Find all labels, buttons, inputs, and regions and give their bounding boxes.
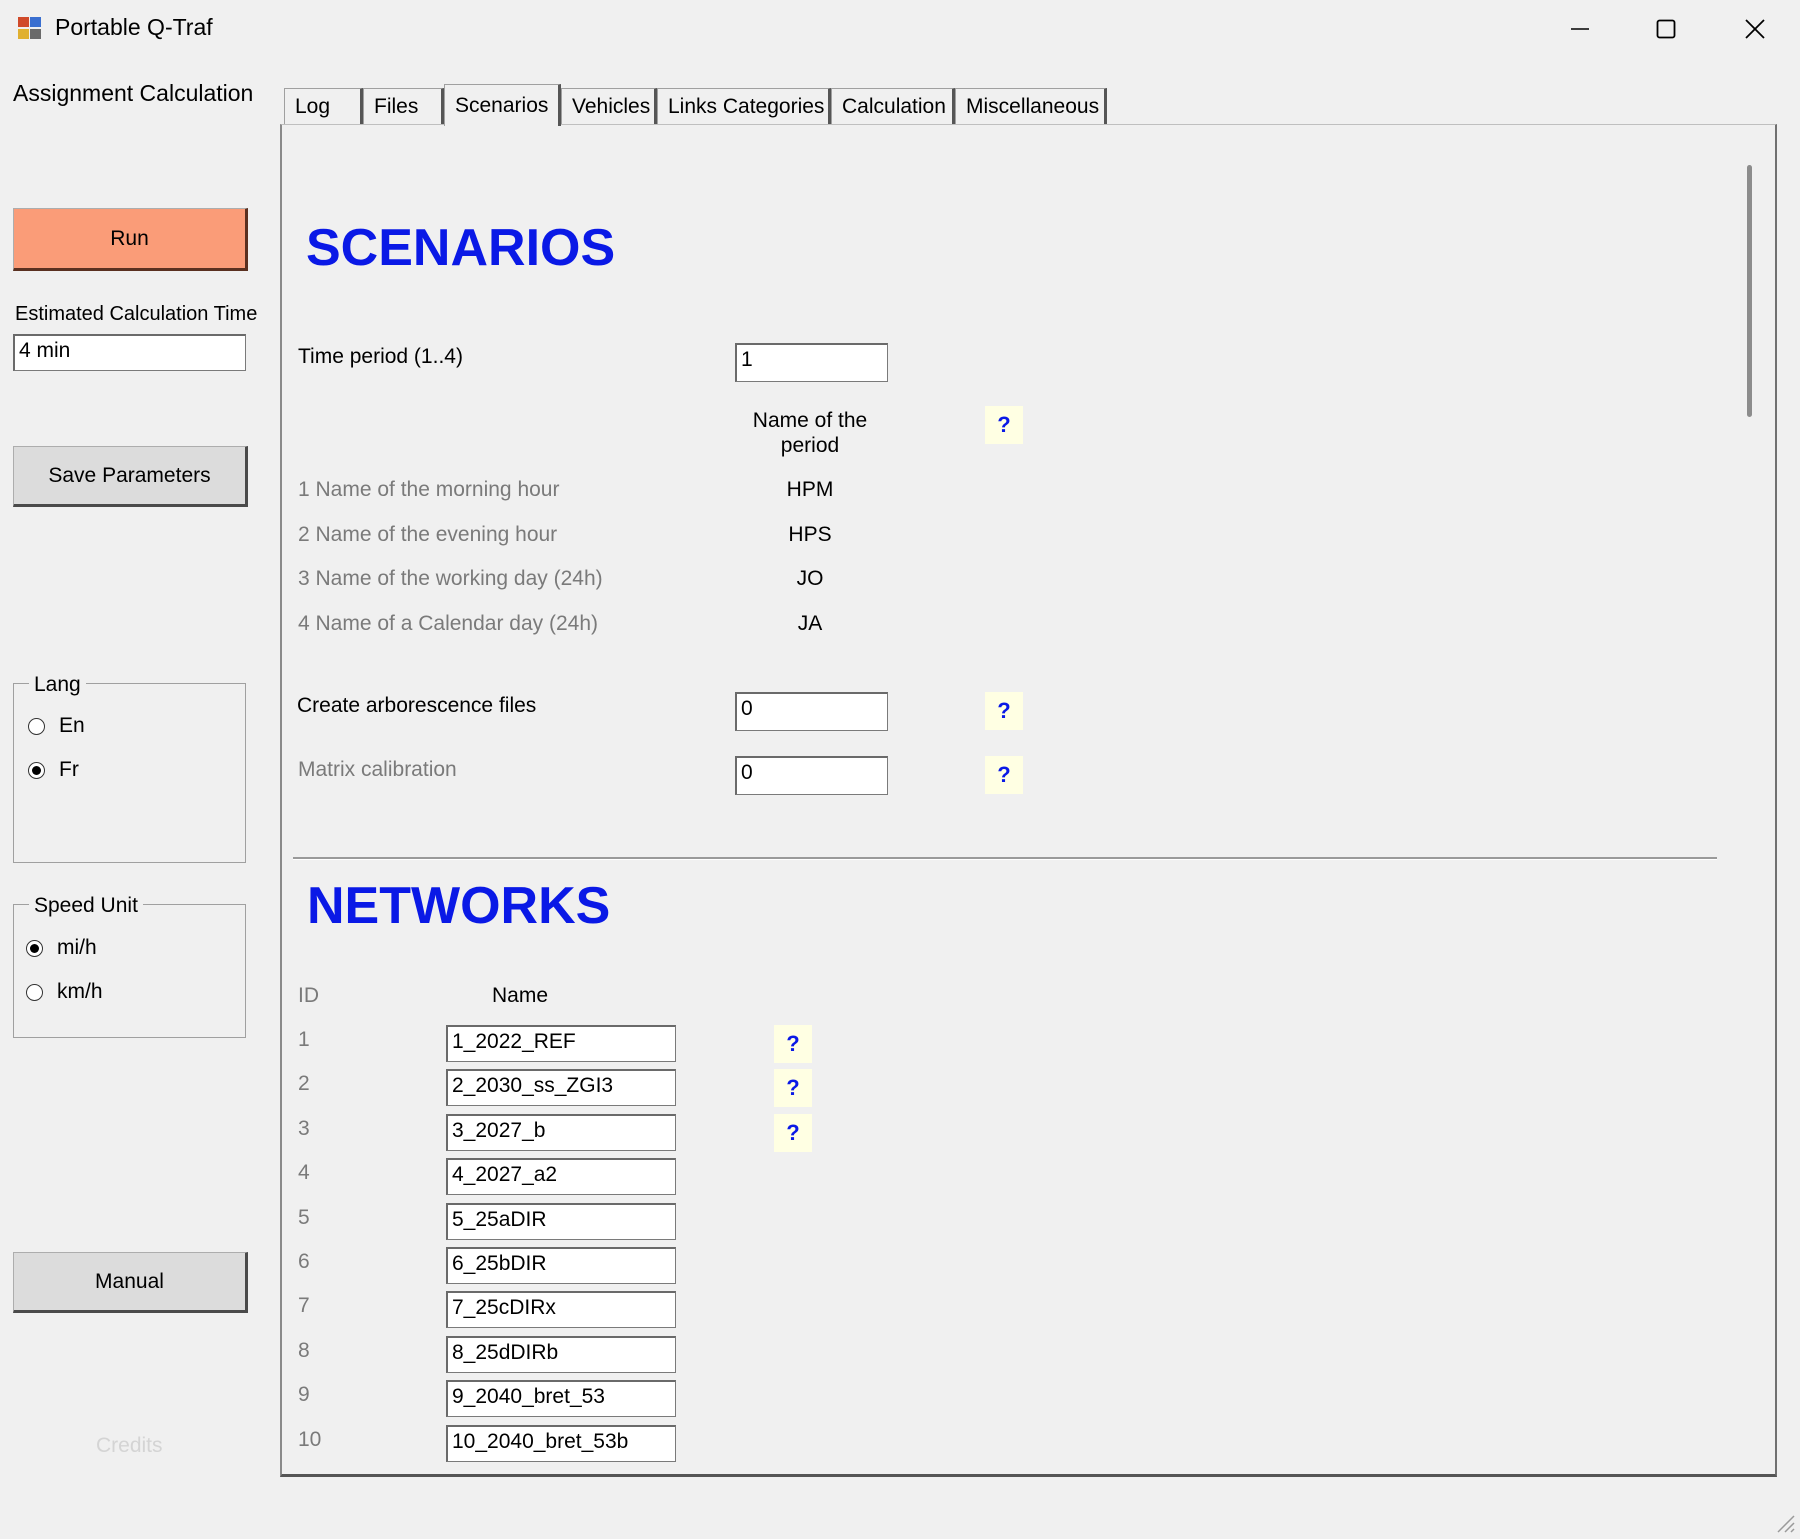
network-name-field[interactable]: 6_25bDIR — [446, 1247, 676, 1284]
networks-id-header: ID — [298, 984, 319, 1007]
arborescence-field[interactable]: 0 — [735, 692, 888, 731]
network-id: 1 — [298, 1028, 310, 1051]
tab-vehicles[interactable]: Vehicles — [561, 88, 657, 124]
matrix-calibration-field[interactable]: 0 — [735, 756, 888, 795]
network-name-field[interactable]: 8_25dDIRb — [446, 1336, 676, 1373]
network-name-field[interactable]: 3_2027_b — [446, 1114, 676, 1151]
speed-unit-legend: Speed Unit — [29, 894, 143, 918]
lang-option-fr-label: Fr — [59, 758, 79, 781]
radio-mph[interactable] — [26, 939, 43, 957]
radio-en[interactable] — [28, 717, 45, 735]
tab-scenarios[interactable]: Scenarios — [444, 84, 561, 126]
close-button[interactable] — [1712, 0, 1798, 58]
period-4-label: 4 Name of a Calendar day (24h) — [298, 612, 598, 635]
vertical-scrollbar[interactable] — [1740, 134, 1768, 1472]
time-period-field[interactable]: 1 — [735, 343, 888, 382]
help-icon-matrix[interactable]: ? — [985, 756, 1023, 794]
lang-option-en[interactable]: En — [28, 714, 85, 738]
scenarios-title: SCENARIOS — [306, 219, 616, 277]
resize-grip-icon — [1777, 1515, 1795, 1533]
lang-option-en-label: En — [59, 714, 85, 737]
help-icon-network[interactable]: ? — [774, 1025, 812, 1063]
network-id: 5 — [298, 1206, 310, 1229]
speed-option-kmh[interactable]: km/h — [26, 980, 103, 1004]
network-id: 2 — [298, 1072, 310, 1095]
save-parameters-button[interactable]: Save Parameters — [13, 446, 248, 507]
arborescence-label: Create arborescence files — [297, 694, 537, 717]
period-3-value: JO — [796, 567, 824, 590]
tab-files[interactable]: Files — [363, 88, 444, 124]
credits-link[interactable]: Credits — [96, 1434, 163, 1458]
manual-button[interactable]: Manual — [13, 1252, 248, 1313]
speed-unit-group — [13, 904, 246, 1038]
title-bar — [0, 0, 1800, 58]
lang-option-fr[interactable]: Fr — [28, 758, 79, 782]
network-id: 7 — [298, 1294, 310, 1317]
speed-option-kmh-label: km/h — [57, 980, 103, 1003]
network-name-field[interactable]: 9_2040_bret_53 — [446, 1380, 676, 1417]
radio-fr[interactable] — [28, 761, 45, 779]
estimated-time-label: Estimated Calculation Time — [15, 303, 258, 325]
matrix-calibration-label: Matrix calibration — [298, 758, 457, 781]
network-name-field[interactable]: 10_2040_bret_53b — [446, 1425, 676, 1462]
period-3-label: 3 Name of the working day (24h) — [298, 567, 603, 590]
period-1-label: 1 Name of the morning hour — [298, 478, 560, 501]
tab-log[interactable]: Log — [284, 88, 363, 124]
radio-kmh[interactable] — [26, 983, 43, 1001]
tab-links-categories[interactable]: Links Categories — [657, 88, 831, 124]
period-2-value: HPS — [788, 523, 832, 546]
scrollbar-thumb[interactable] — [1747, 165, 1752, 417]
tab-miscellaneous[interactable]: Miscellaneous — [955, 88, 1107, 124]
time-period-label: Time period (1..4) — [298, 345, 463, 368]
help-icon-network[interactable]: ? — [774, 1114, 812, 1152]
network-name-field[interactable]: 4_2027_a2 — [446, 1158, 676, 1195]
help-icon-network[interactable]: ? — [774, 1069, 812, 1107]
section-divider — [293, 857, 1717, 860]
network-id: 9 — [298, 1383, 310, 1406]
network-name-field[interactable]: 7_25cDIRx — [446, 1291, 676, 1328]
minimize-icon — [1571, 28, 1589, 30]
period-1-value: HPM — [786, 478, 834, 501]
network-name-field[interactable]: 5_25aDIR — [446, 1203, 676, 1240]
period-name-header: Name of the period — [752, 409, 868, 457]
speed-option-mph[interactable]: mi/h — [26, 936, 97, 960]
tab-calculation[interactable]: Calculation — [831, 88, 955, 124]
minimize-button[interactable] — [1537, 0, 1623, 58]
network-name-field[interactable]: 1_2022_REF — [446, 1025, 676, 1062]
help-icon-period[interactable]: ? — [985, 406, 1023, 444]
networks-name-header: Name — [491, 984, 549, 1007]
maximize-button[interactable] — [1623, 0, 1709, 58]
window-title: Portable Q-Traf — [55, 14, 213, 40]
networks-title: NETWORKS — [307, 877, 611, 935]
network-id: 8 — [298, 1339, 310, 1362]
network-id: 6 — [298, 1250, 310, 1273]
network-id: 10 — [298, 1428, 322, 1451]
app-icon — [17, 15, 43, 41]
assignment-calculation-heading: Assignment Calculation — [13, 80, 254, 106]
run-button[interactable]: Run — [13, 208, 248, 271]
network-id: 4 — [298, 1161, 310, 1184]
speed-option-mph-label: mi/h — [57, 936, 97, 959]
network-id: 3 — [298, 1117, 310, 1140]
lang-group-legend: Lang — [29, 673, 86, 697]
maximize-icon — [1656, 19, 1676, 39]
period-2-label: 2 Name of the evening hour — [298, 523, 558, 546]
help-icon-arborescence[interactable]: ? — [985, 692, 1023, 730]
period-4-value: JA — [797, 612, 823, 635]
close-icon — [1745, 19, 1765, 39]
estimated-time-field[interactable]: 4 min — [13, 334, 246, 371]
network-name-field[interactable]: 2_2030_ss_ZGI3 — [446, 1069, 676, 1106]
resize-grip[interactable] — [1772, 1510, 1796, 1534]
